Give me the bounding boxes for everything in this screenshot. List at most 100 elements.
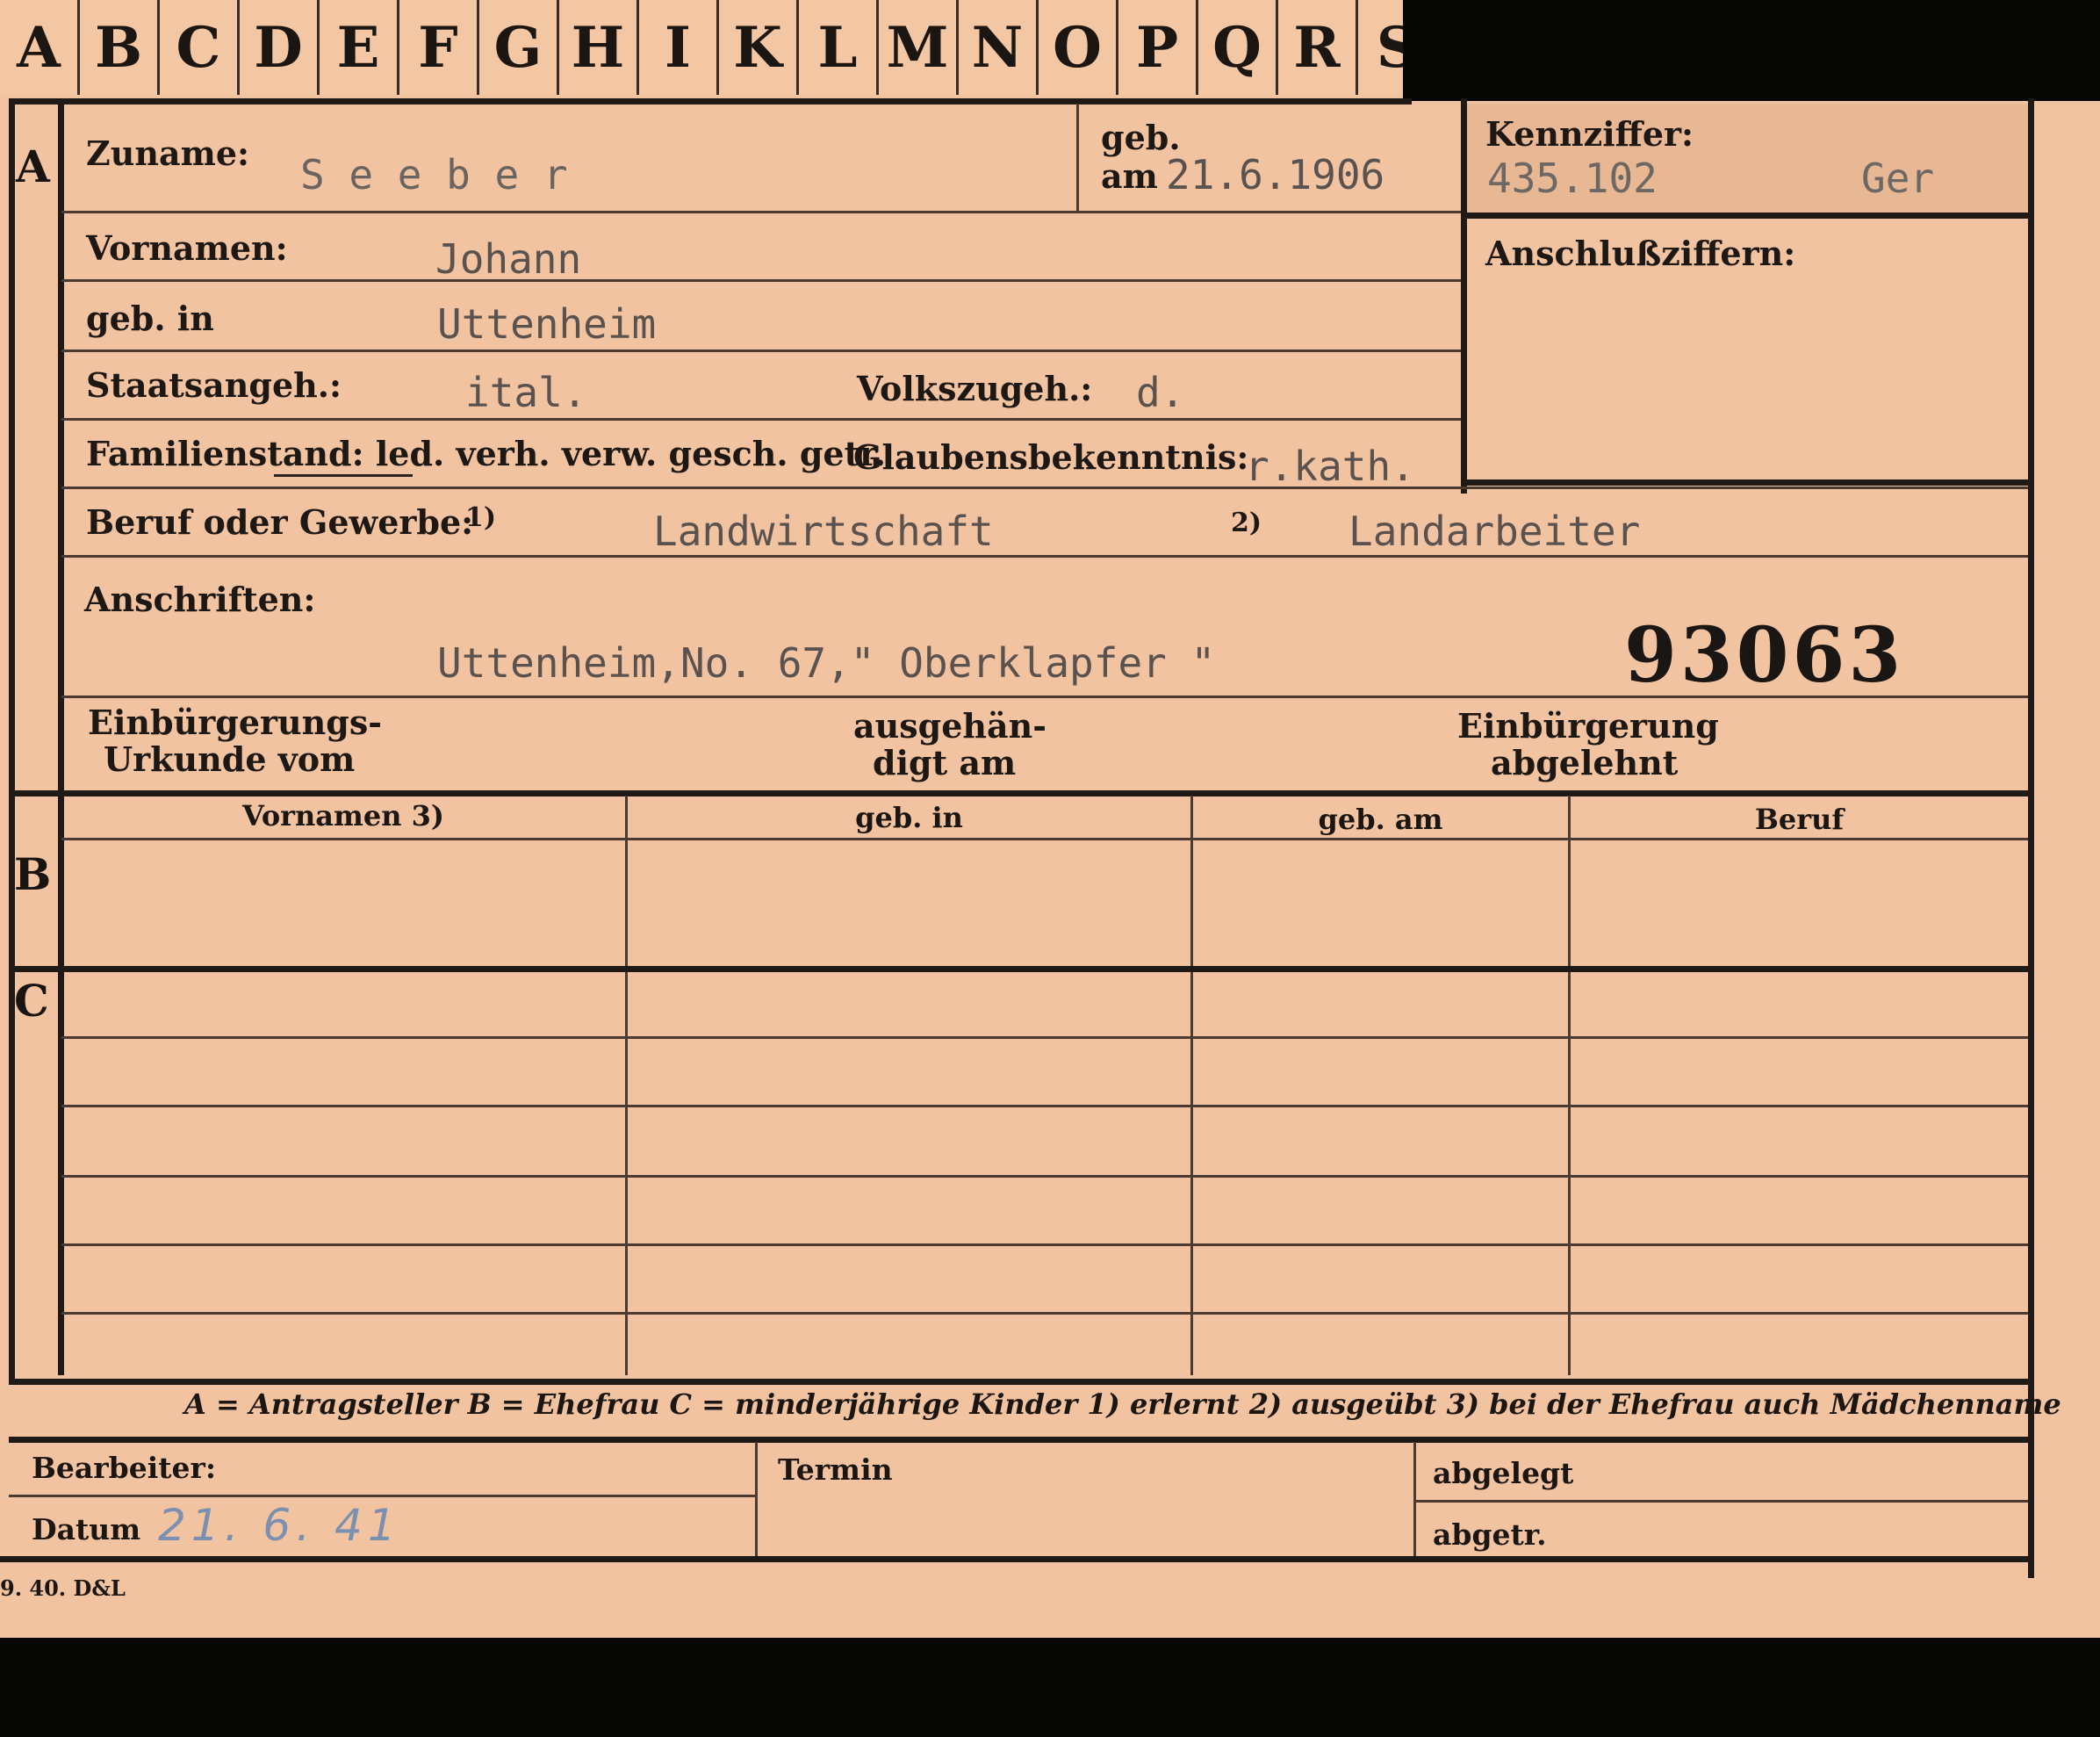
familienstand-label: Familienstand: led. verh. verw. gesch. g… (86, 434, 886, 473)
kennziffer-box-left (1461, 98, 1467, 494)
table-col-divider (1190, 796, 1193, 1375)
table-header-beruf: Beruf (1754, 803, 1845, 836)
tab-n[interactable]: N (959, 0, 1039, 95)
tab-l[interactable]: L (799, 0, 879, 95)
geb-am-value: 21.6.1906 (1166, 151, 1385, 198)
gebin-label: geb. in (86, 299, 214, 338)
tab-b[interactable]: B (80, 0, 160, 95)
tab-r[interactable]: R (1278, 0, 1358, 95)
row-line (61, 211, 1461, 213)
table-bottom (9, 1379, 2033, 1385)
staat-value: ital. (465, 369, 587, 416)
print-mark: 9. 40. D&L (0, 1575, 126, 1601)
table-row-line (61, 1312, 2028, 1315)
table-header-line (61, 838, 2028, 840)
vornamen-label: Vornamen: (86, 228, 288, 268)
geb-am-divider (1076, 104, 1079, 211)
tab-c[interactable]: C (160, 0, 240, 95)
tab-strip-gap (1403, 0, 2100, 101)
alphabet-tabs: A B C D E F G H I K L M N O P Q R S (0, 0, 1438, 97)
geb-am-label-2: am (1101, 156, 1158, 196)
tab-d[interactable]: D (240, 0, 320, 95)
table-col-divider (1568, 796, 1571, 1375)
staat-label: Staatsangeh.: (86, 365, 342, 405)
kennziffer-box-bottom (1461, 479, 2033, 486)
table-row-line (61, 1175, 2028, 1178)
table-header-vornamen: Vornamen 3) (241, 799, 445, 832)
beruf-label: Beruf oder Gewerbe: (86, 502, 474, 542)
tab-m[interactable]: M (879, 0, 959, 95)
table-row-line (61, 1105, 2028, 1107)
tab-e[interactable]: E (320, 0, 399, 95)
tab-h[interactable]: H (559, 0, 639, 95)
beruf-mark-2: 2) (1231, 508, 1262, 538)
footer-divider (755, 1442, 758, 1558)
row-line (61, 350, 1461, 352)
bearbeiter-label: Bearbeiter: (32, 1451, 217, 1485)
beruf-value-2: Landarbeiter (1348, 508, 1641, 555)
section-b-label: B (14, 848, 52, 900)
section-c-label: C (14, 975, 49, 1027)
glauben-label: Glaubensbekenntnis: (853, 437, 1249, 477)
tab-p[interactable]: P (1118, 0, 1198, 95)
abgelegt-label: abgelegt (1433, 1456, 1574, 1490)
tab-o[interactable]: O (1039, 0, 1118, 95)
row-line (61, 555, 2028, 558)
zuname-label: Zuname: (86, 133, 250, 173)
ausgehaendigt-line2: digt am (873, 743, 1017, 782)
tab-k[interactable]: K (719, 0, 799, 95)
beruf-mark-1: 1) (465, 502, 497, 533)
einbuergerung-abgelehnt-line1: Einbürgerung (1457, 706, 1719, 746)
legend-bottom (9, 1437, 2033, 1443)
einbuergerung-urkunde-line2: Urkunde vom (104, 739, 356, 779)
datum-label: Datum (32, 1512, 141, 1546)
familienstand-underline (274, 474, 413, 477)
anschluss-label: Anschlußziffern: (1485, 234, 1796, 273)
top-border (9, 98, 1412, 105)
kennziffer-value: 435.102 (1487, 155, 1658, 202)
tab-a[interactable]: A (0, 0, 80, 95)
tab-g[interactable]: G (479, 0, 559, 95)
tab-f[interactable]: F (399, 0, 479, 95)
footer-row-line (9, 1495, 755, 1497)
beruf-value-1: Landwirtschaft (653, 508, 994, 555)
table-col-divider (625, 796, 628, 1375)
row-line (61, 418, 1461, 421)
section-a-label: A (16, 141, 50, 192)
zuname-value: S e e b e r (300, 151, 568, 198)
tab-q[interactable]: Q (1198, 0, 1278, 95)
termin-label: Termin (778, 1452, 893, 1487)
gebin-value: Uttenheim (437, 300, 657, 348)
datum-value: 21. 6. 41 (158, 1500, 401, 1551)
kennziffer-label: Kennziffer: (1485, 114, 1694, 154)
einbuergerung-urkunde-line1: Einbürgerungs- (88, 703, 383, 742)
anschriften-label: Anschriften: (84, 580, 316, 619)
table-row-line (61, 1036, 2028, 1039)
registration-card: A B C D E F G H I K L M N O P Q R S A B … (0, 0, 2100, 1638)
stamp-number: 93063 (1624, 611, 1905, 700)
einbuergerung-abgelehnt-line2: abgelehnt (1491, 743, 1679, 782)
table-header-geb-am: geb. am (1318, 803, 1443, 836)
left-border (9, 98, 15, 1382)
kennziffer-suffix: Ger (1861, 155, 1935, 202)
abgetr-label: abgetr. (1433, 1517, 1547, 1552)
section-b-top (9, 790, 2033, 796)
footer-bottom (0, 1556, 2033, 1562)
footer-row-line (1413, 1500, 2028, 1503)
vornamen-value: Johann (435, 235, 582, 283)
anschriften-value: Uttenheim,No. 67," Oberklapfer " (437, 639, 1216, 687)
legend: A = Antragsteller B = Ehefrau C = minder… (184, 1387, 2061, 1421)
kennziffer-box-divider (1461, 213, 2033, 219)
section-divider-line (58, 98, 64, 1375)
row-line (61, 487, 2028, 489)
glauben-value: r.kath. (1245, 443, 1415, 490)
volks-value: d. (1136, 369, 1185, 416)
row-line (61, 279, 1461, 282)
table-header-geb-in: geb. in (855, 801, 963, 834)
tab-i[interactable]: I (639, 0, 719, 95)
ausgehaendigt-line1: ausgehän- (853, 706, 1047, 746)
table-row-line (61, 1243, 2028, 1246)
section-c-top (9, 966, 2033, 972)
volks-label: Volkszugeh.: (857, 369, 1093, 408)
right-border (2028, 98, 2034, 1578)
